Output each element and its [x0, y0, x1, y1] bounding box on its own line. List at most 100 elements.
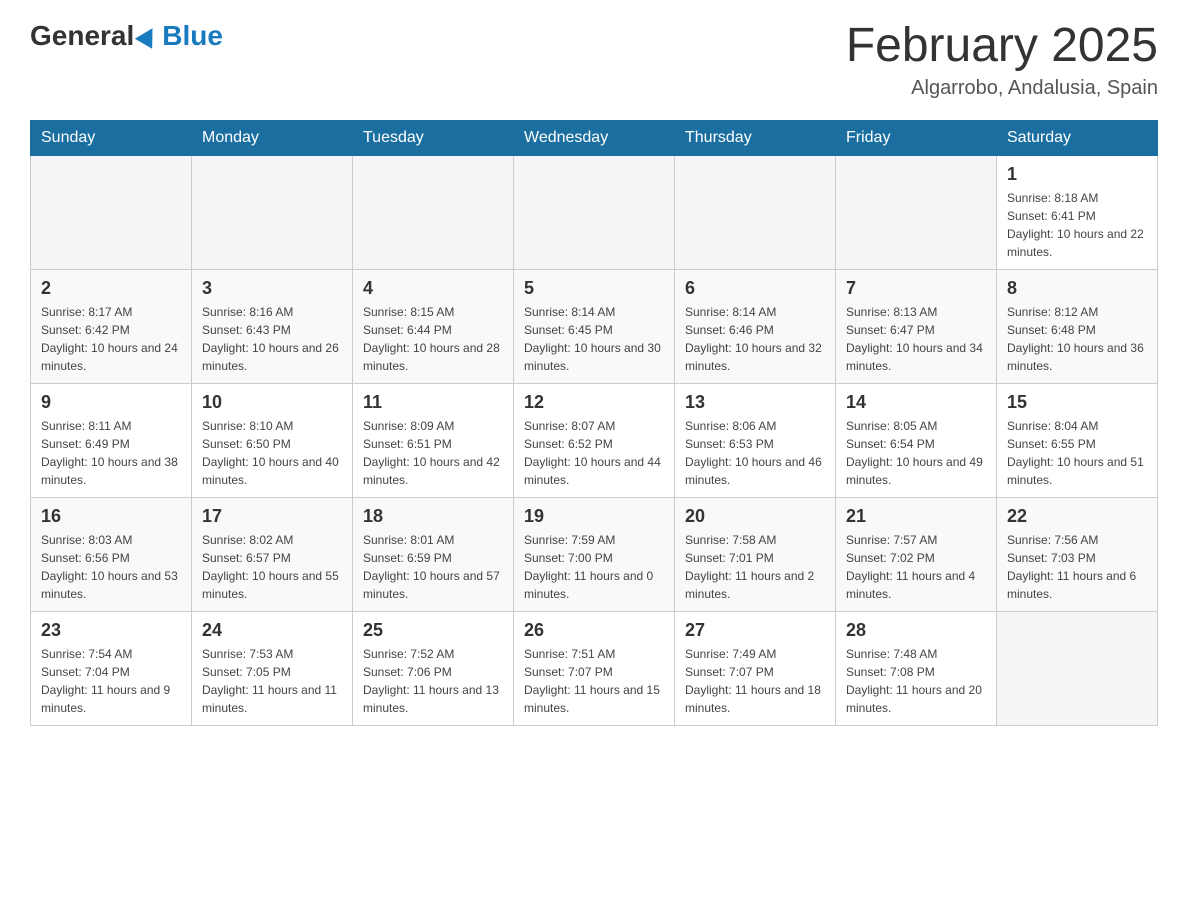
- day-number: 3: [202, 278, 342, 299]
- calendar-cell: 24 Sunrise: 7:53 AMSunset: 7:05 PMDayligh…: [192, 611, 353, 725]
- day-number: 25: [363, 620, 503, 641]
- day-number: 7: [846, 278, 986, 299]
- day-header-sunday: Sunday: [31, 120, 192, 155]
- day-info: Sunrise: 8:15 AMSunset: 6:44 PMDaylight:…: [363, 303, 503, 375]
- calendar-cell: 22 Sunrise: 7:56 AMSunset: 7:03 PMDayligh…: [997, 497, 1158, 611]
- day-number: 28: [846, 620, 986, 641]
- calendar-cell: 7 Sunrise: 8:13 AMSunset: 6:47 PMDaylight…: [836, 269, 997, 383]
- month-title: February 2025: [846, 20, 1158, 73]
- calendar-cell: 20Sunrise: 7:58 AMSunset: 7:01 PMDayligh…: [675, 497, 836, 611]
- day-number: 6: [685, 278, 825, 299]
- day-info: Sunrise: 7:52 AMSunset: 7:06 PMDaylight:…: [363, 645, 503, 717]
- calendar-cell: 6 Sunrise: 8:14 AMSunset: 6:46 PMDaylight…: [675, 269, 836, 383]
- day-header-thursday: Thursday: [675, 120, 836, 155]
- week-row-5: 23 Sunrise: 7:54 AMSunset: 7:04 PMDayligh…: [31, 611, 1158, 725]
- day-number: 19: [524, 506, 664, 527]
- day-info: Sunrise: 7:56 AMSunset: 7:03 PMDaylight:…: [1007, 531, 1147, 603]
- day-info: Sunrise: 8:10 AMSunset: 6:50 PMDaylight:…: [202, 417, 342, 489]
- day-info: Sunrise: 7:51 AMSunset: 7:07 PMDaylight:…: [524, 645, 664, 717]
- day-number: 12: [524, 392, 664, 413]
- day-info: Sunrise: 8:06 AMSunset: 6:53 PMDaylight:…: [685, 417, 825, 489]
- day-number: 2: [41, 278, 181, 299]
- calendar-cell: 12Sunrise: 8:07 AMSunset: 6:52 PMDayligh…: [514, 383, 675, 497]
- calendar-cell: [192, 155, 353, 269]
- day-info: Sunrise: 7:59 AMSunset: 7:00 PMDaylight:…: [524, 531, 664, 603]
- day-number: 13: [685, 392, 825, 413]
- calendar-header: SundayMondayTuesdayWednesdayThursdayFrid…: [31, 120, 1158, 155]
- day-info: Sunrise: 7:57 AMSunset: 7:02 PMDaylight:…: [846, 531, 986, 603]
- day-number: 14: [846, 392, 986, 413]
- title-area: February 2025 Algarrobo, Andalusia, Spai…: [846, 20, 1158, 100]
- day-info: Sunrise: 8:12 AMSunset: 6:48 PMDaylight:…: [1007, 303, 1147, 375]
- day-number: 27: [685, 620, 825, 641]
- day-info: Sunrise: 8:14 AMSunset: 6:46 PMDaylight:…: [685, 303, 825, 375]
- calendar-cell: 26 Sunrise: 7:51 AMSunset: 7:07 PMDayligh…: [514, 611, 675, 725]
- day-header-wednesday: Wednesday: [514, 120, 675, 155]
- calendar-cell: 3 Sunrise: 8:16 AMSunset: 6:43 PMDaylight…: [192, 269, 353, 383]
- calendar-cell: 11 Sunrise: 8:09 AMSunset: 6:51 PMDayligh…: [353, 383, 514, 497]
- day-number: 11: [363, 392, 503, 413]
- day-header-monday: Monday: [192, 120, 353, 155]
- calendar-cell: 19 Sunrise: 7:59 AMSunset: 7:00 PMDayligh…: [514, 497, 675, 611]
- day-number: 4: [363, 278, 503, 299]
- day-info: Sunrise: 8:16 AMSunset: 6:43 PMDaylight:…: [202, 303, 342, 375]
- calendar-cell: 9 Sunrise: 8:11 AMSunset: 6:49 PMDaylight…: [31, 383, 192, 497]
- day-number: 1: [1007, 164, 1147, 185]
- day-number: 21: [846, 506, 986, 527]
- calendar-cell: 16 Sunrise: 8:03 AMSunset: 6:56 PMDayligh…: [31, 497, 192, 611]
- day-number: 5: [524, 278, 664, 299]
- calendar-cell: 17 Sunrise: 8:02 AMSunset: 6:57 PMDayligh…: [192, 497, 353, 611]
- week-row-3: 9 Sunrise: 8:11 AMSunset: 6:49 PMDaylight…: [31, 383, 1158, 497]
- header-row: SundayMondayTuesdayWednesdayThursdayFrid…: [31, 120, 1158, 155]
- week-row-1: 1 Sunrise: 8:18 AMSunset: 6:41 PMDaylight…: [31, 155, 1158, 269]
- day-number: 23: [41, 620, 181, 641]
- day-info: Sunrise: 8:04 AMSunset: 6:55 PMDaylight:…: [1007, 417, 1147, 489]
- day-header-friday: Friday: [836, 120, 997, 155]
- location-text: Algarrobo, Andalusia, Spain: [846, 77, 1158, 100]
- day-number: 16: [41, 506, 181, 527]
- calendar-table: SundayMondayTuesdayWednesdayThursdayFrid…: [30, 120, 1158, 726]
- day-info: Sunrise: 8:02 AMSunset: 6:57 PMDaylight:…: [202, 531, 342, 603]
- calendar-cell: 14 Sunrise: 8:05 AMSunset: 6:54 PMDayligh…: [836, 383, 997, 497]
- calendar-cell: 1 Sunrise: 8:18 AMSunset: 6:41 PMDaylight…: [997, 155, 1158, 269]
- calendar-cell: 23 Sunrise: 7:54 AMSunset: 7:04 PMDayligh…: [31, 611, 192, 725]
- calendar-cell: [31, 155, 192, 269]
- calendar-cell: [514, 155, 675, 269]
- day-info: Sunrise: 8:18 AMSunset: 6:41 PMDaylight:…: [1007, 189, 1147, 261]
- calendar-cell: 10 Sunrise: 8:10 AMSunset: 6:50 PMDayligh…: [192, 383, 353, 497]
- week-row-2: 2 Sunrise: 8:17 AMSunset: 6:42 PMDaylight…: [31, 269, 1158, 383]
- day-number: 18: [363, 506, 503, 527]
- day-info: Sunrise: 8:05 AMSunset: 6:54 PMDaylight:…: [846, 417, 986, 489]
- day-info: Sunrise: 8:14 AMSunset: 6:45 PMDaylight:…: [524, 303, 664, 375]
- day-info: Sunrise: 8:17 AMSunset: 6:42 PMDaylight:…: [41, 303, 181, 375]
- calendar-cell: 25 Sunrise: 7:52 AMSunset: 7:06 PMDayligh…: [353, 611, 514, 725]
- day-info: Sunrise: 8:03 AMSunset: 6:56 PMDaylight:…: [41, 531, 181, 603]
- day-number: 17: [202, 506, 342, 527]
- calendar-cell: 8Sunrise: 8:12 AMSunset: 6:48 PMDaylight…: [997, 269, 1158, 383]
- calendar-cell: 27 Sunrise: 7:49 AMSunset: 7:07 PMDayligh…: [675, 611, 836, 725]
- day-number: 10: [202, 392, 342, 413]
- day-info: Sunrise: 7:54 AMSunset: 7:04 PMDaylight:…: [41, 645, 181, 717]
- logo-triangle-icon: [135, 23, 161, 49]
- day-info: Sunrise: 8:09 AMSunset: 6:51 PMDaylight:…: [363, 417, 503, 489]
- calendar-cell: 18 Sunrise: 8:01 AMSunset: 6:59 PMDayligh…: [353, 497, 514, 611]
- day-header-saturday: Saturday: [997, 120, 1158, 155]
- logo: General Blue: [30, 20, 223, 52]
- calendar-cell: [675, 155, 836, 269]
- day-info: Sunrise: 7:53 AMSunset: 7:05 PMDaylight:…: [202, 645, 342, 717]
- day-number: 15: [1007, 392, 1147, 413]
- calendar-body: 1 Sunrise: 8:18 AMSunset: 6:41 PMDaylight…: [31, 155, 1158, 725]
- page-header: General Blue February 2025 Algarrobo, An…: [30, 20, 1158, 100]
- day-info: Sunrise: 8:01 AMSunset: 6:59 PMDaylight:…: [363, 531, 503, 603]
- calendar-cell: [836, 155, 997, 269]
- day-info: Sunrise: 8:11 AMSunset: 6:49 PMDaylight:…: [41, 417, 181, 489]
- week-row-4: 16 Sunrise: 8:03 AMSunset: 6:56 PMDayligh…: [31, 497, 1158, 611]
- day-number: 26: [524, 620, 664, 641]
- day-number: 24: [202, 620, 342, 641]
- calendar-cell: [353, 155, 514, 269]
- day-number: 22: [1007, 506, 1147, 527]
- day-info: Sunrise: 7:48 AMSunset: 7:08 PMDaylight:…: [846, 645, 986, 717]
- day-info: Sunrise: 8:13 AMSunset: 6:47 PMDaylight:…: [846, 303, 986, 375]
- day-info: Sunrise: 7:49 AMSunset: 7:07 PMDaylight:…: [685, 645, 825, 717]
- day-number: 9: [41, 392, 181, 413]
